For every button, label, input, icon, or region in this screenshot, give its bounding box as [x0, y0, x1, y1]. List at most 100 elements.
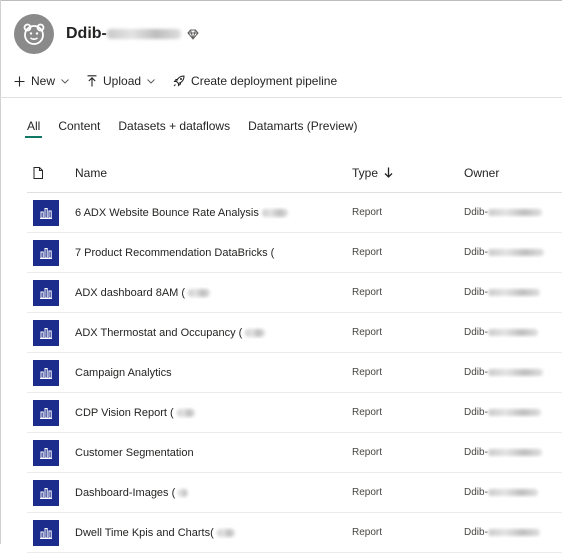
report-name-text: CDP Vision Report (	[75, 406, 174, 419]
table-header: Name Type Owner	[27, 153, 562, 193]
report-type: Report	[352, 367, 383, 378]
report-icon	[33, 239, 59, 266]
redacted-text	[178, 488, 189, 497]
bar-chart-icon	[40, 367, 52, 379]
workspace-title: Ddib-	[66, 25, 199, 43]
report-icon-cell	[27, 519, 75, 546]
table-row[interactable]: Campaign Analytics Report Ddib-	[27, 353, 562, 393]
report-icon-cell	[27, 279, 75, 306]
report-name[interactable]: 7 Product Recommendation DataBricks (	[75, 247, 352, 259]
redacted-text	[487, 248, 544, 256]
report-icon	[33, 279, 59, 306]
tab-datamarts[interactable]: Datamarts (Preview)	[248, 118, 357, 138]
report-name[interactable]: Dashboard-Images (	[75, 487, 352, 499]
report-type: Report	[352, 407, 383, 418]
report-icon-cell	[27, 479, 75, 506]
owner-text: Ddib-	[464, 327, 488, 338]
tab-all[interactable]: All	[24, 118, 43, 138]
bar-chart-icon	[40, 287, 52, 299]
report-name[interactable]: CDP Vision Report (	[75, 407, 352, 419]
report-type: Report	[352, 287, 383, 298]
table-row[interactable]: Dwell Time Kpis and Charts( Report Ddib-	[27, 513, 562, 553]
redacted-text	[487, 208, 542, 216]
report-name[interactable]: 6 ADX Website Bounce Rate Analysis	[75, 207, 352, 219]
owner-text: Ddib-	[464, 207, 488, 218]
report-icon-cell	[27, 399, 75, 426]
table-row[interactable]: Customer Segmentation Report Ddib-	[27, 433, 562, 473]
window-top-border	[0, 0, 562, 1]
report-name[interactable]: Dwell Time Kpis and Charts(	[75, 527, 352, 539]
tab-content[interactable]: Content	[58, 118, 100, 138]
workspace-face-icon	[23, 23, 45, 45]
table-row[interactable]: ADX dashboard 8AM ( Report Ddib-	[27, 273, 562, 313]
report-icon-cell	[27, 199, 75, 226]
redacted-text	[216, 528, 235, 537]
content-tabs: All Content Datasets + dataflows Datamar…	[24, 118, 375, 138]
create-pipeline-button[interactable]: Create deployment pipeline	[173, 74, 337, 88]
report-owner: Ddib-	[464, 287, 562, 298]
redacted-text	[487, 328, 538, 336]
report-owner: Ddib-	[464, 247, 562, 258]
redacted-text	[487, 368, 543, 376]
report-owner: Ddib-	[464, 407, 562, 418]
report-name-text: Customer Segmentation	[75, 446, 194, 459]
report-name-text: Dashboard-Images (	[75, 486, 176, 499]
report-name[interactable]: Customer Segmentation	[75, 447, 352, 459]
column-header-owner[interactable]: Owner	[464, 166, 562, 180]
report-name-text: Campaign Analytics	[75, 366, 172, 379]
table-row[interactable]: 7 Product Recommendation DataBricks (Rep…	[27, 233, 562, 273]
report-owner: Ddib-	[464, 367, 562, 378]
workspace-avatar	[14, 14, 54, 54]
chevron-down-icon	[147, 78, 155, 84]
report-icon	[33, 199, 59, 226]
redacted-text	[487, 408, 541, 416]
report-type: Report	[352, 207, 383, 218]
report-owner: Ddib-	[464, 487, 562, 498]
rocket-icon	[173, 75, 185, 87]
report-owner: Ddib-	[464, 327, 562, 338]
report-owner: Ddib-	[464, 447, 562, 458]
table-row[interactable]: CDP Vision Report ( Report Ddib-	[27, 393, 562, 433]
report-icon-cell	[27, 239, 75, 266]
owner-text: Ddib-	[464, 367, 488, 378]
table-row[interactable]: ADX Thermostat and Occupancy (Report Ddib…	[27, 313, 562, 353]
report-name[interactable]: ADX Thermostat and Occupancy (	[75, 327, 352, 339]
report-name[interactable]: Campaign Analytics	[75, 367, 352, 379]
owner-text: Ddib-	[464, 407, 488, 418]
owner-text: Ddib-	[464, 247, 488, 258]
column-header-type-icon[interactable]	[27, 166, 75, 179]
report-name-text: 7 Product Recommendation DataBricks (	[75, 246, 275, 259]
column-header-type[interactable]: Type	[352, 166, 464, 180]
bar-chart-icon	[40, 327, 52, 339]
bar-chart-icon	[40, 527, 52, 539]
tab-datasets-dataflows[interactable]: Datasets + dataflows	[118, 118, 230, 138]
report-name-text: Dwell Time Kpis and Charts(	[75, 526, 214, 539]
bar-chart-icon	[40, 247, 52, 259]
report-owner: Ddib-	[464, 527, 562, 538]
redacted-text	[245, 328, 266, 337]
report-name-text: ADX Thermostat and Occupancy (	[75, 326, 243, 339]
report-icon	[33, 439, 59, 466]
table-row[interactable]: Dashboard-Images (Report Ddib-	[27, 473, 562, 513]
bar-chart-icon	[40, 447, 52, 459]
report-icon	[33, 479, 59, 506]
report-type: Report	[352, 447, 383, 458]
report-icon	[33, 399, 59, 426]
report-icon-cell	[27, 359, 75, 386]
toolbar-divider	[0, 97, 562, 98]
column-header-name[interactable]: Name	[75, 166, 352, 180]
redacted-text	[176, 408, 195, 417]
premium-diamond-icon	[187, 29, 199, 40]
report-type: Report	[352, 527, 383, 538]
report-name-text: ADX dashboard 8AM (	[75, 286, 186, 299]
owner-text: Ddib-	[464, 447, 488, 458]
new-button[interactable]: New	[14, 74, 69, 88]
redacted-text	[106, 29, 181, 39]
content-table: Name Type Owner 6 ADX Website Bounce Rat…	[27, 153, 562, 553]
report-name[interactable]: ADX dashboard 8AM (	[75, 287, 352, 299]
report-name-text: 6 ADX Website Bounce Rate Analysis	[75, 206, 259, 219]
report-icon	[33, 519, 59, 546]
redacted-text	[487, 448, 542, 456]
upload-button[interactable]: Upload	[87, 74, 155, 88]
table-row[interactable]: 6 ADX Website Bounce Rate Analysis Report…	[27, 193, 562, 233]
